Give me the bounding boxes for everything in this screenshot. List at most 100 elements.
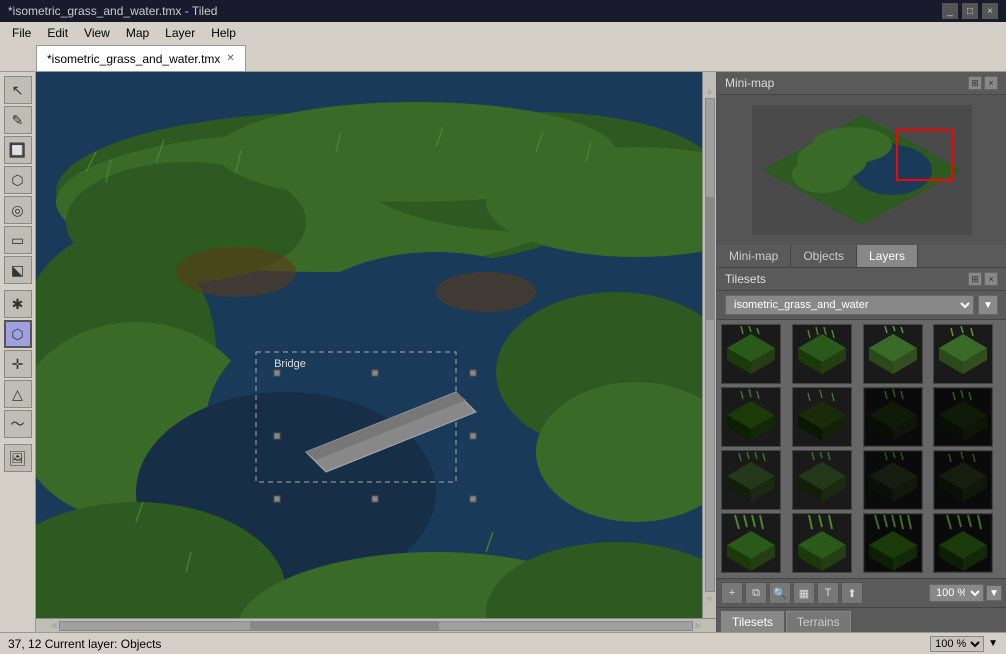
tilesets-header: Tilesets ⊞ × (717, 268, 1006, 291)
minimap-close-button[interactable]: × (984, 76, 998, 90)
canvas-inner: Bridge ▲ ▼ (36, 72, 716, 618)
status-coords-layer: 37, 12 Current layer: Objects (8, 637, 161, 651)
tile-item[interactable] (933, 324, 993, 384)
tool-polygon[interactable]: △ (4, 380, 32, 408)
tool-fill[interactable]: ⬡ (4, 166, 32, 194)
zoom-dropdown-arrow[interactable]: ▼ (986, 585, 1002, 601)
vertical-scrollbar[interactable]: ▲ ▼ (702, 72, 716, 618)
tile-grid (717, 320, 1006, 578)
v-scrollbar-thumb[interactable] (706, 197, 714, 320)
scroll-down-button[interactable]: ▼ (705, 594, 714, 604)
tile-item[interactable] (792, 324, 852, 384)
tilesets-detach-button[interactable]: ⊞ (968, 272, 982, 286)
menu-map[interactable]: Map (118, 22, 157, 44)
close-button[interactable]: × (982, 3, 998, 19)
tab-layers[interactable]: Layers (857, 245, 918, 267)
tile-item[interactable] (933, 450, 993, 510)
maximize-button[interactable]: □ (962, 3, 978, 19)
status-zoom-select[interactable]: 100 % (930, 636, 984, 652)
tileset-dropdown-button[interactable]: ▼ (978, 295, 998, 315)
tileset-fill-button[interactable]: ▦ (793, 582, 815, 604)
minimap-detach-button[interactable]: ⊞ (968, 76, 982, 90)
tool-cursor[interactable]: ↖ (4, 76, 32, 104)
tileset-zoom-select[interactable]: 100 %200 %50 % (929, 584, 984, 602)
statusbar: 37, 12 Current layer: Objects 100 % ▼ (0, 632, 1006, 654)
right-panel-tabs: Mini-map Objects Layers (717, 245, 1006, 268)
scroll-up-button[interactable]: ▲ (705, 86, 714, 96)
tileset-search-button[interactable]: 🔍 (769, 582, 791, 604)
horizontal-scrollbar[interactable]: ◀ ▶ (36, 618, 716, 632)
tile-item[interactable] (933, 387, 993, 447)
menu-layer[interactable]: Layer (157, 22, 203, 44)
tileset-toolbar: + ⧉ 🔍 ▦ T ⬆ 100 %200 %50 % ▼ (717, 578, 1006, 607)
tileset-select[interactable]: isometric_grass_and_water (725, 295, 974, 315)
tileset-text-button[interactable]: T (817, 582, 839, 604)
tile-item[interactable] (721, 450, 781, 510)
menu-file[interactable]: File (4, 22, 39, 44)
menu-view[interactable]: View (76, 22, 118, 44)
tile-item[interactable] (863, 324, 923, 384)
tile-item[interactable] (863, 450, 923, 510)
tile-item[interactable] (792, 387, 852, 447)
right-panel: Mini-map ⊞ × (716, 72, 1006, 632)
h-scrollbar-thumb[interactable] (250, 622, 440, 630)
minimap-image (752, 105, 972, 235)
menubar: File Edit View Map Layer Help (0, 22, 1006, 44)
tab-close-button[interactable]: ✕ (226, 53, 234, 64)
tile-item[interactable] (792, 450, 852, 510)
tileset-duplicate-button[interactable]: ⧉ (745, 582, 767, 604)
menu-help[interactable]: Help (203, 22, 244, 44)
menu-edit[interactable]: Edit (39, 22, 76, 44)
tool-insert[interactable]: ✛ (4, 350, 32, 378)
tilesets-dropdown: isometric_grass_and_water ▼ (717, 291, 1006, 320)
tile-item[interactable] (863, 513, 923, 573)
tab-tilesets[interactable]: Tilesets (721, 611, 784, 632)
tileset-zoom-display: 100 %200 %50 % ▼ (929, 584, 1002, 602)
left-toolbar: ↖ ✎ 🔲 ⬡ ◎ ▭ ⬕ ✱ ⬡ ✛ △ 〜 🖼 (0, 72, 36, 632)
tab-terrains[interactable]: Terrains (786, 611, 851, 632)
tile-item[interactable] (721, 513, 781, 573)
minimap-header: Mini-map ⊞ × (717, 72, 1006, 95)
tile-item[interactable] (863, 387, 923, 447)
titlebar: *isometric_grass_and_water.tmx - Tiled _… (0, 0, 1006, 22)
statusbar-right: 100 % ▼ (930, 636, 998, 652)
tab-objects[interactable]: Objects (791, 245, 857, 267)
minimap-title: Mini-map (725, 76, 774, 90)
tilesets-title: Tilesets (725, 272, 766, 286)
tool-erase[interactable]: ✱ (4, 290, 32, 318)
tool-select[interactable]: ⬕ (4, 256, 32, 284)
tilesets-section: Tilesets ⊞ × isometric_grass_and_water ▼ (717, 268, 1006, 632)
map-render: Bridge (36, 72, 702, 618)
tile-item[interactable] (721, 387, 781, 447)
tab-mini-map[interactable]: Mini-map (717, 245, 791, 267)
titlebar-title: *isometric_grass_and_water.tmx - Tiled (8, 4, 217, 18)
canvas-wrapper: Bridge ▲ ▼ ◀ ▶ (36, 72, 716, 632)
tileset-add-button[interactable]: + (721, 582, 743, 604)
scroll-left-button[interactable]: ◀ (50, 620, 57, 631)
window-controls: _ □ × (942, 3, 998, 19)
tab-bar: *isometric_grass_and_water.tmx ✕ (0, 44, 1006, 72)
minimize-button[interactable]: _ (942, 3, 958, 19)
minimap-container (717, 95, 1006, 245)
tool-shapes[interactable]: ▭ (4, 226, 32, 254)
tilesets-close-button[interactable]: × (984, 272, 998, 286)
zoom-dropdown-button[interactable]: ▼ (988, 638, 998, 649)
tile-item[interactable] (721, 324, 781, 384)
tool-edit[interactable]: ✎ (4, 106, 32, 134)
svg-text:Bridge: Bridge (274, 358, 306, 370)
scroll-right-button[interactable]: ▶ (695, 620, 702, 631)
tileset-export-button[interactable]: ⬆ (841, 582, 863, 604)
v-scrollbar-track[interactable] (705, 98, 715, 592)
tab-label: *isometric_grass_and_water.tmx (47, 52, 220, 66)
map-canvas[interactable]: Bridge (36, 72, 702, 618)
tool-stamp[interactable]: 🔲 (4, 136, 32, 164)
tool-polyline[interactable]: 〜 (4, 410, 32, 438)
tile-item[interactable] (792, 513, 852, 573)
tab-isometric[interactable]: *isometric_grass_and_water.tmx ✕ (36, 45, 246, 71)
h-scrollbar-track[interactable] (59, 621, 693, 631)
tool-eyedropper[interactable]: ◎ (4, 196, 32, 224)
tile-item[interactable] (933, 513, 993, 573)
tool-image[interactable]: 🖼 (4, 444, 32, 472)
status-coords: 37, 12 (8, 637, 41, 651)
tool-objects[interactable]: ⬡ (4, 320, 32, 348)
